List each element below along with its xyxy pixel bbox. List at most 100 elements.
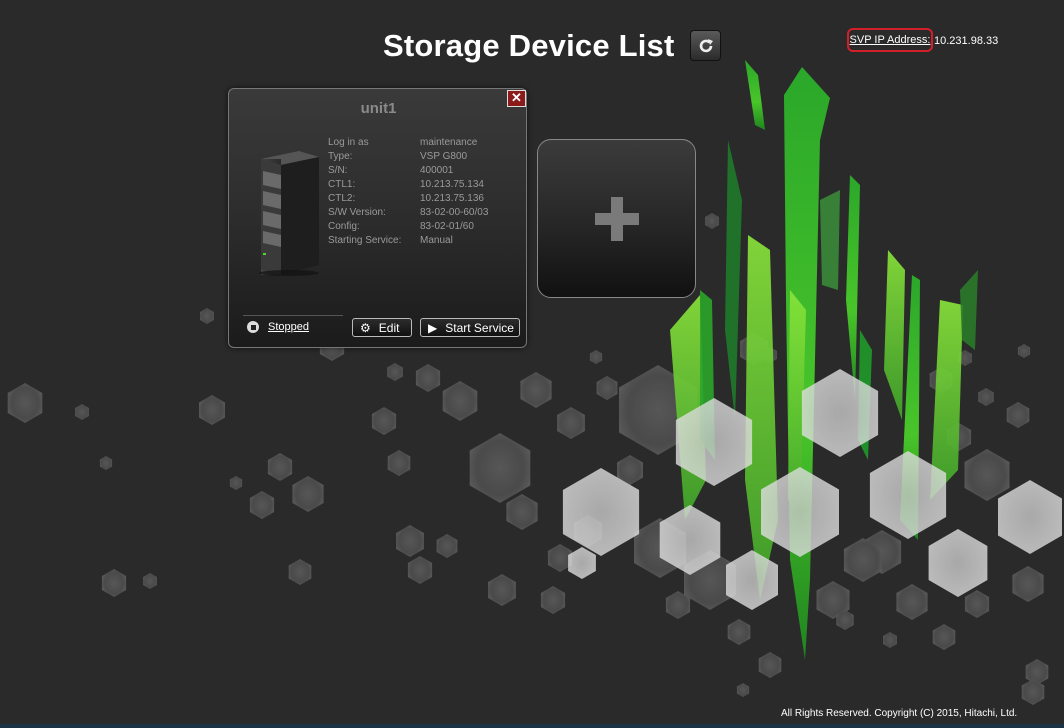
decor-hexagon <box>540 586 566 614</box>
decor-hexagon <box>407 556 433 584</box>
decor-hexagon <box>705 213 719 229</box>
plus-icon <box>594 196 639 241</box>
play-icon: ▶ <box>428 320 438 335</box>
info-value: 10.213.75.136 <box>420 193 484 204</box>
decor-hexagon <box>557 407 585 439</box>
decor-hexagon <box>143 573 157 589</box>
refresh-button[interactable] <box>690 30 721 61</box>
decor-hexagon <box>758 652 782 678</box>
info-label: S/W Version: <box>328 207 386 218</box>
decor-green-shard <box>960 270 978 350</box>
decor-hexagon <box>727 619 751 645</box>
info-value: 83-02-01/60 <box>420 221 474 232</box>
background-art <box>7 60 1062 705</box>
decor-green-shard <box>884 250 905 420</box>
info-label: CTL2: <box>328 193 356 204</box>
decor-green-shard <box>745 235 778 600</box>
status-text[interactable]: Stopped <box>268 321 309 333</box>
decor-hexagon <box>387 450 411 476</box>
info-value: Manual <box>420 235 453 246</box>
decor-hexagon <box>229 476 243 490</box>
start-service-label: Start Service <box>445 320 514 335</box>
copyright-text: All Rights Reserved. Copyright (C) 2015,… <box>781 708 1018 719</box>
decor-green-shard <box>846 175 860 400</box>
info-row: Config: 83-02-01/60 <box>328 221 518 235</box>
page-title: Storage Device List <box>383 28 675 63</box>
info-row: CTL2: 10.213.75.136 <box>328 193 518 207</box>
decor-hexagon <box>978 388 994 406</box>
info-value: 400001 <box>420 165 454 176</box>
info-value: VSP G800 <box>420 151 468 162</box>
decor-hexagon <box>506 494 538 530</box>
stopped-icon <box>247 321 259 333</box>
decor-hexagon <box>596 376 618 400</box>
svp-ip-address-link[interactable]: SVP IP Address: <box>847 28 933 52</box>
decor-hexagon <box>415 364 441 392</box>
decor-hexagon <box>436 534 458 558</box>
info-label: Starting Service: <box>328 235 402 246</box>
decor-hexagon <box>896 584 928 620</box>
decor-hexagon <box>1006 402 1030 428</box>
svp-ip-address-value: 10.231.98.33 <box>934 35 999 47</box>
close-icon[interactable]: ✕ <box>507 90 526 107</box>
info-row: Starting Service: Manual <box>328 235 518 249</box>
info-value: 83-02-00-60/03 <box>420 207 489 218</box>
status-indicator[interactable]: Stopped <box>243 315 343 338</box>
info-row: S/W Version: 83-02-00-60/03 <box>328 207 518 221</box>
info-row: Log in as maintenance <box>328 137 518 151</box>
taskbar-strip <box>0 724 1064 728</box>
decor-hexagon <box>1017 344 1031 358</box>
decor-green-shard <box>725 140 742 420</box>
decor-hexagon <box>249 491 275 519</box>
decor-green-shard <box>745 60 765 130</box>
decor-hexagon <box>589 350 603 364</box>
decor-hexagon <box>932 624 956 650</box>
decor-hexagon <box>964 590 990 618</box>
edit-button-label: Edit <box>378 320 400 335</box>
decor-hexagon <box>568 547 596 579</box>
server-rack-icon <box>259 151 319 276</box>
info-label: Config: <box>328 221 360 232</box>
decor-hexagon <box>736 683 750 697</box>
decor-hexagon <box>200 308 214 324</box>
info-row: S/N: 400001 <box>328 165 518 179</box>
refresh-icon <box>699 38 713 52</box>
unit-name: unit1 <box>360 100 397 117</box>
add-storage-button[interactable] <box>537 139 696 298</box>
decor-hexagon <box>1021 679 1045 705</box>
info-label: Type: <box>328 151 353 162</box>
decor-hexagon <box>99 456 113 470</box>
decor-hexagon <box>7 383 43 423</box>
unit-info: Log in as maintenance Type: VSP G800 S/N: 400… <box>328 137 518 249</box>
decor-hexagon <box>101 569 127 597</box>
decor-hexagon <box>292 476 324 512</box>
decor-hexagon <box>75 404 89 420</box>
info-row: Type: VSP G800 <box>328 151 518 165</box>
decor-hexagon <box>488 574 516 606</box>
decor-hexagon <box>928 529 988 597</box>
gear-icon: ⚙ <box>360 320 371 335</box>
decor-hexagon <box>1012 566 1044 602</box>
decor-hexagon <box>469 433 531 503</box>
decor-hexagon <box>288 559 312 585</box>
decor-hexagon <box>964 449 1010 501</box>
start-service-button[interactable]: ▶ Start Service <box>420 318 520 337</box>
info-value: 10.213.75.134 <box>420 179 484 190</box>
info-row: CTL1: 10.213.75.134 <box>328 179 518 193</box>
decor-hexagon <box>520 372 552 408</box>
decor-hexagon <box>883 632 897 648</box>
decor-hexagon <box>371 407 397 435</box>
decor-hexagon <box>726 550 778 610</box>
decor-hexagon <box>387 363 403 381</box>
decor-hexagon <box>267 453 293 481</box>
info-value: maintenance <box>420 137 478 148</box>
edit-button[interactable]: ⚙ Edit <box>352 318 412 337</box>
decor-green-shard <box>820 190 840 290</box>
storage-unit-card[interactable]: unit1 ✕ Log in as maintenance Type: VSP G80… <box>228 88 527 348</box>
info-label: Log in as <box>328 137 369 148</box>
decor-hexagon <box>396 525 424 557</box>
decor-hexagon <box>998 480 1062 554</box>
info-label: S/N: <box>328 165 348 176</box>
info-label: CTL1: <box>328 179 356 190</box>
decor-hexagon <box>442 381 478 421</box>
